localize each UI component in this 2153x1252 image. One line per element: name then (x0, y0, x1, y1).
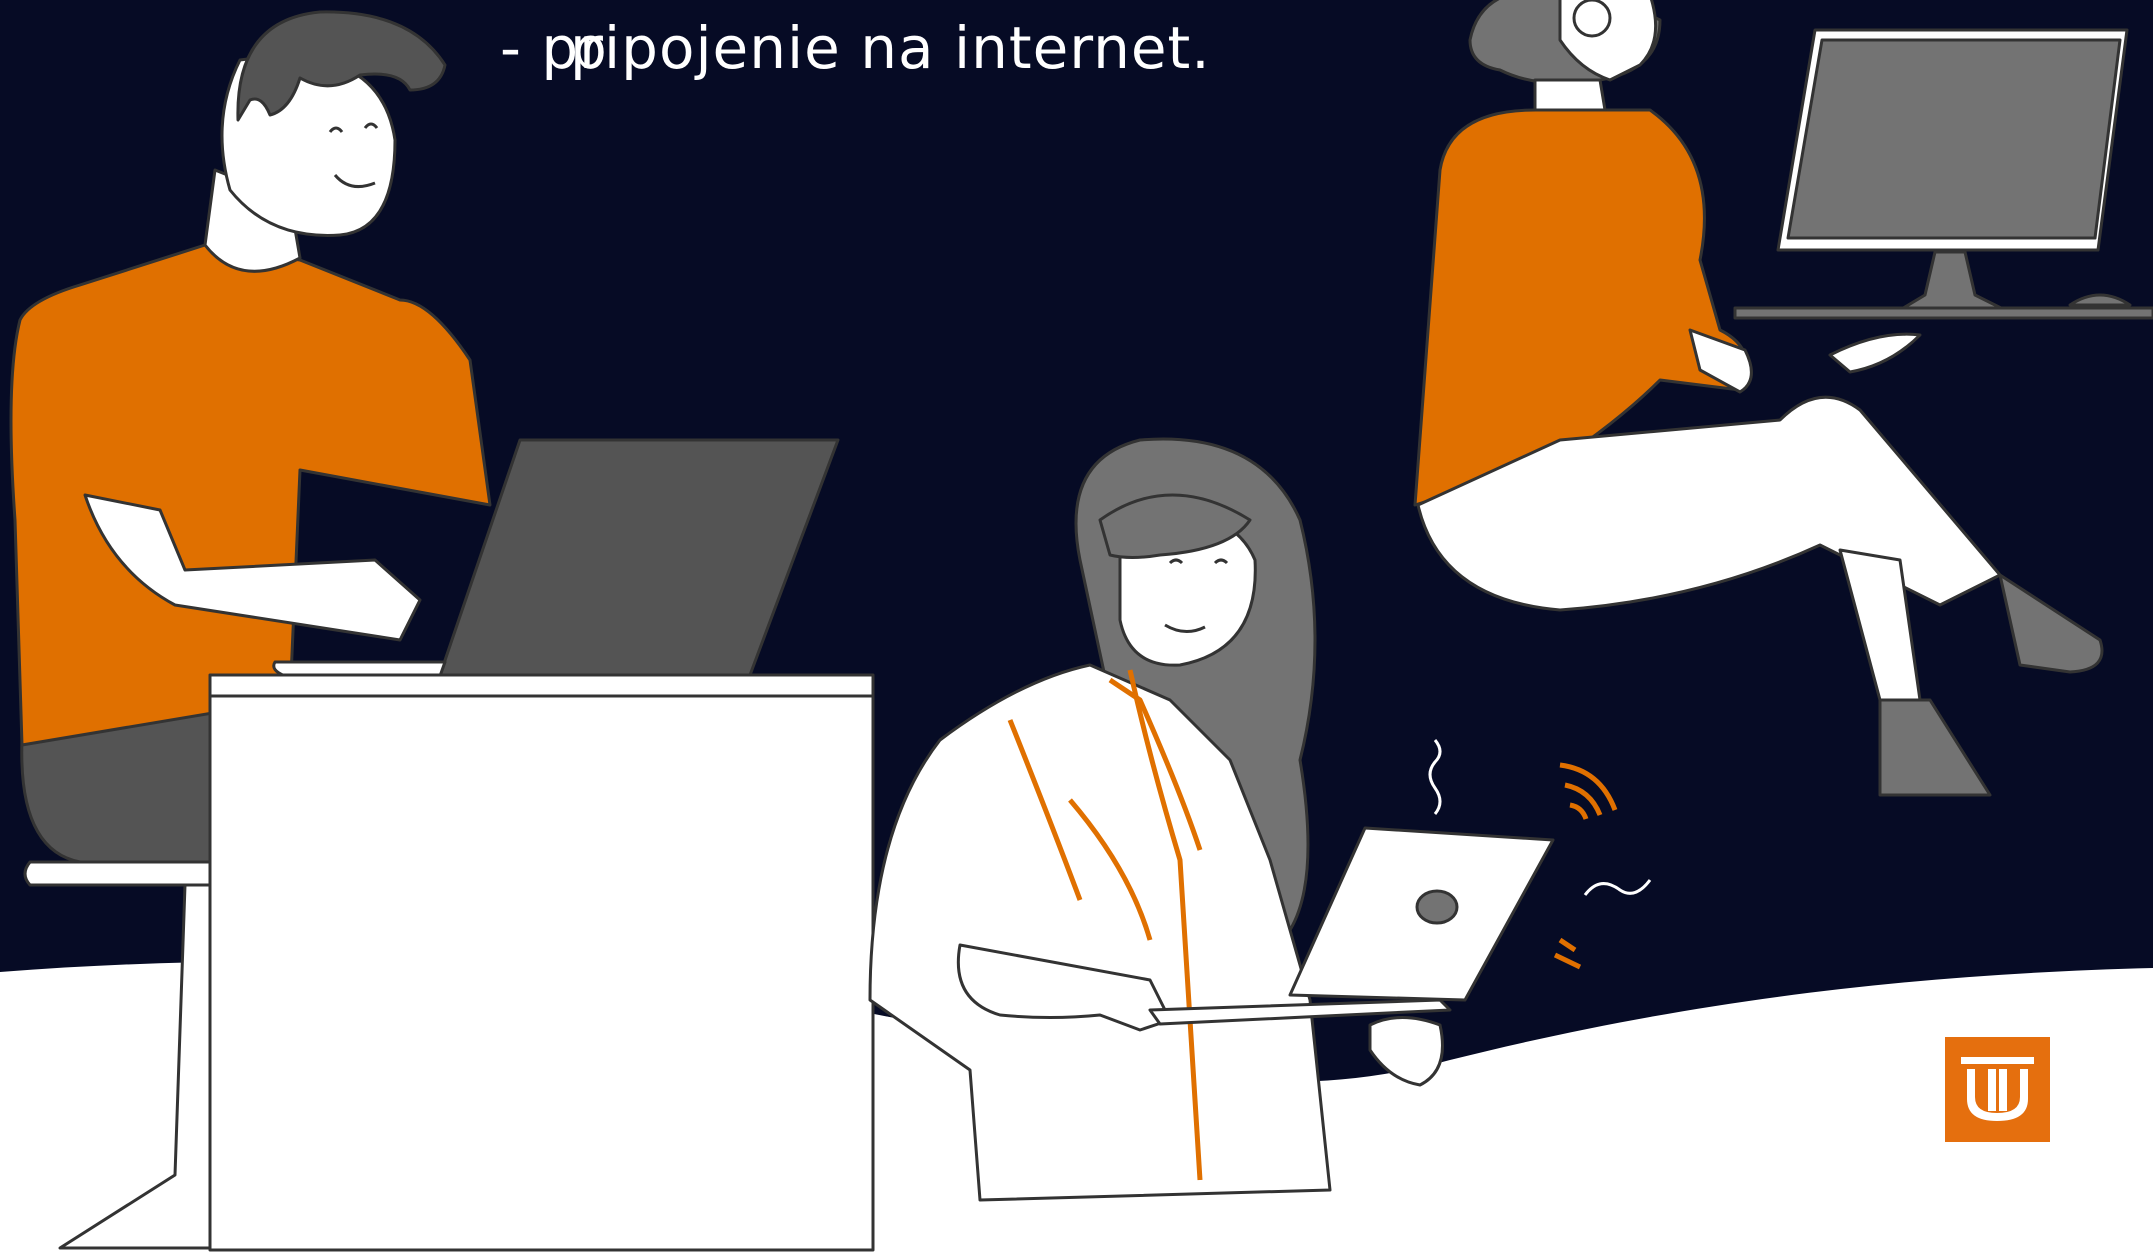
desk (208, 673, 875, 1252)
tu-logo-icon (1945, 1037, 2050, 1142)
desk-top (1733, 306, 2153, 320)
stool-seat (23, 860, 212, 887)
woman-at-monitor (1413, 0, 2153, 797)
caption-text: - pripojenie na internet. (500, 14, 1211, 82)
illustration-artwork (0, 0, 2153, 1252)
laptop-screen (438, 438, 840, 677)
illustration-scene: p - pripojenie na internet. (0, 0, 2153, 1252)
